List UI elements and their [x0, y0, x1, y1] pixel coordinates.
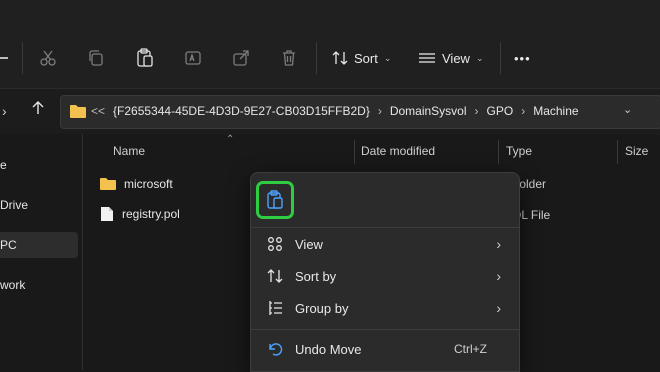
menu-divider [251, 329, 519, 330]
nav-item[interactable]: work [0, 272, 78, 298]
nav-item-label: e [0, 158, 7, 172]
view-label: View [442, 50, 470, 66]
folder-icon [69, 103, 87, 122]
up-arrow-icon[interactable] [30, 100, 46, 119]
nav-item-label: work [0, 278, 26, 292]
sort-ascending-icon: ⌃ [226, 134, 235, 145]
menu-item-view[interactable]: View › [255, 230, 513, 258]
toolbar-partial-icon [0, 46, 10, 70]
shortcut-label: Ctrl+Z [454, 342, 487, 356]
column-header-type[interactable]: Type [506, 144, 532, 158]
command-bar: Sort ⌄ View ⌄ ••• [0, 0, 660, 88]
column-divider[interactable] [354, 140, 355, 164]
column-divider[interactable] [498, 140, 499, 164]
chevron-right-icon: › [496, 236, 501, 252]
breadcrumb-item[interactable]: GPO [487, 104, 514, 118]
view-list-icon [419, 53, 435, 63]
menu-item-label: Group by [295, 300, 349, 316]
pane-divider [82, 134, 83, 370]
menu-divider [251, 227, 519, 228]
copy-icon[interactable] [84, 46, 108, 70]
column-header-name[interactable]: Name [113, 144, 145, 158]
share-icon[interactable] [229, 46, 253, 70]
chevron-right-icon: › [496, 300, 501, 316]
file-name: microsoft [124, 177, 173, 191]
nav-item[interactable]: e [0, 152, 78, 178]
paste-button[interactable] [256, 181, 294, 219]
sort-icon [265, 268, 285, 284]
nav-item[interactable]: Drive [0, 192, 78, 218]
chevron-down-icon: ⌄ [383, 52, 392, 63]
paste-icon [267, 190, 283, 209]
menu-item-group-by[interactable]: Group by › [255, 294, 513, 322]
view-grid-icon [265, 236, 285, 252]
cut-icon[interactable] [36, 46, 60, 70]
forward-icon[interactable]: › [2, 103, 7, 119]
breadcrumb-overflow[interactable]: << [91, 104, 105, 118]
menu-item-undo-move[interactable]: Undo Move Ctrl+Z [255, 335, 513, 363]
view-button[interactable]: View ⌄ [418, 46, 484, 70]
breadcrumb-separator-icon: › [474, 104, 479, 118]
breadcrumb-separator-icon: › [521, 104, 526, 118]
address-row: › << {F2655344-45DE-4D3D-9E27-CB03D15FFB… [0, 88, 660, 135]
navigation-pane: e Drive PC work [0, 134, 86, 370]
menu-item-sort-by[interactable]: Sort by › [255, 262, 513, 290]
paste-icon[interactable] [133, 46, 157, 70]
toolbar-divider [22, 42, 23, 74]
toolbar-divider [316, 42, 317, 74]
chevron-down-icon: ⌄ [475, 52, 484, 63]
menu-item-label: Sort by [295, 268, 337, 284]
sort-label: Sort [354, 50, 378, 66]
breadcrumb-item[interactable]: Machine [533, 104, 578, 118]
table-row[interactable]: registry.pol [100, 203, 180, 225]
breadcrumb-separator-icon: › [377, 104, 382, 118]
address-dropdown-icon[interactable]: ⌄ [623, 103, 632, 116]
menu-item-label: Undo Move [295, 341, 362, 357]
context-menu: View › Sort by › Group by › Undo Move Ct… [250, 172, 520, 372]
toolbar-divider [500, 42, 501, 74]
column-header-date-modified[interactable]: Date modified [361, 144, 435, 158]
more-options-button[interactable]: ••• [514, 46, 531, 70]
breadcrumb: << {F2655344-45DE-4D3D-9E27-CB03D15FFB2D… [91, 104, 579, 118]
table-row[interactable]: microsoft [100, 173, 173, 195]
undo-icon [265, 341, 285, 357]
address-bar[interactable]: << {F2655344-45DE-4D3D-9E27-CB03D15FFB2D… [60, 95, 660, 129]
column-divider[interactable] [617, 140, 618, 164]
folder-icon [100, 178, 116, 190]
menu-item-label: View [295, 236, 323, 252]
breadcrumb-item[interactable]: {F2655344-45DE-4D3D-9E27-CB03D15FFB2D} [113, 104, 370, 118]
column-header-size[interactable]: Size [625, 144, 648, 158]
group-icon [265, 300, 285, 316]
nav-item-label: PC [0, 238, 17, 252]
file-name: registry.pol [122, 207, 180, 221]
delete-icon[interactable] [277, 46, 301, 70]
nav-item-label: Drive [0, 198, 29, 212]
nav-item-selected[interactable]: PC [0, 232, 78, 258]
file-icon [101, 207, 113, 221]
breadcrumb-item[interactable]: DomainSysvol [390, 104, 467, 118]
rename-icon[interactable] [181, 46, 205, 70]
sort-icon [332, 51, 348, 65]
sort-button[interactable]: Sort ⌄ [332, 46, 391, 70]
chevron-right-icon: › [496, 268, 501, 284]
